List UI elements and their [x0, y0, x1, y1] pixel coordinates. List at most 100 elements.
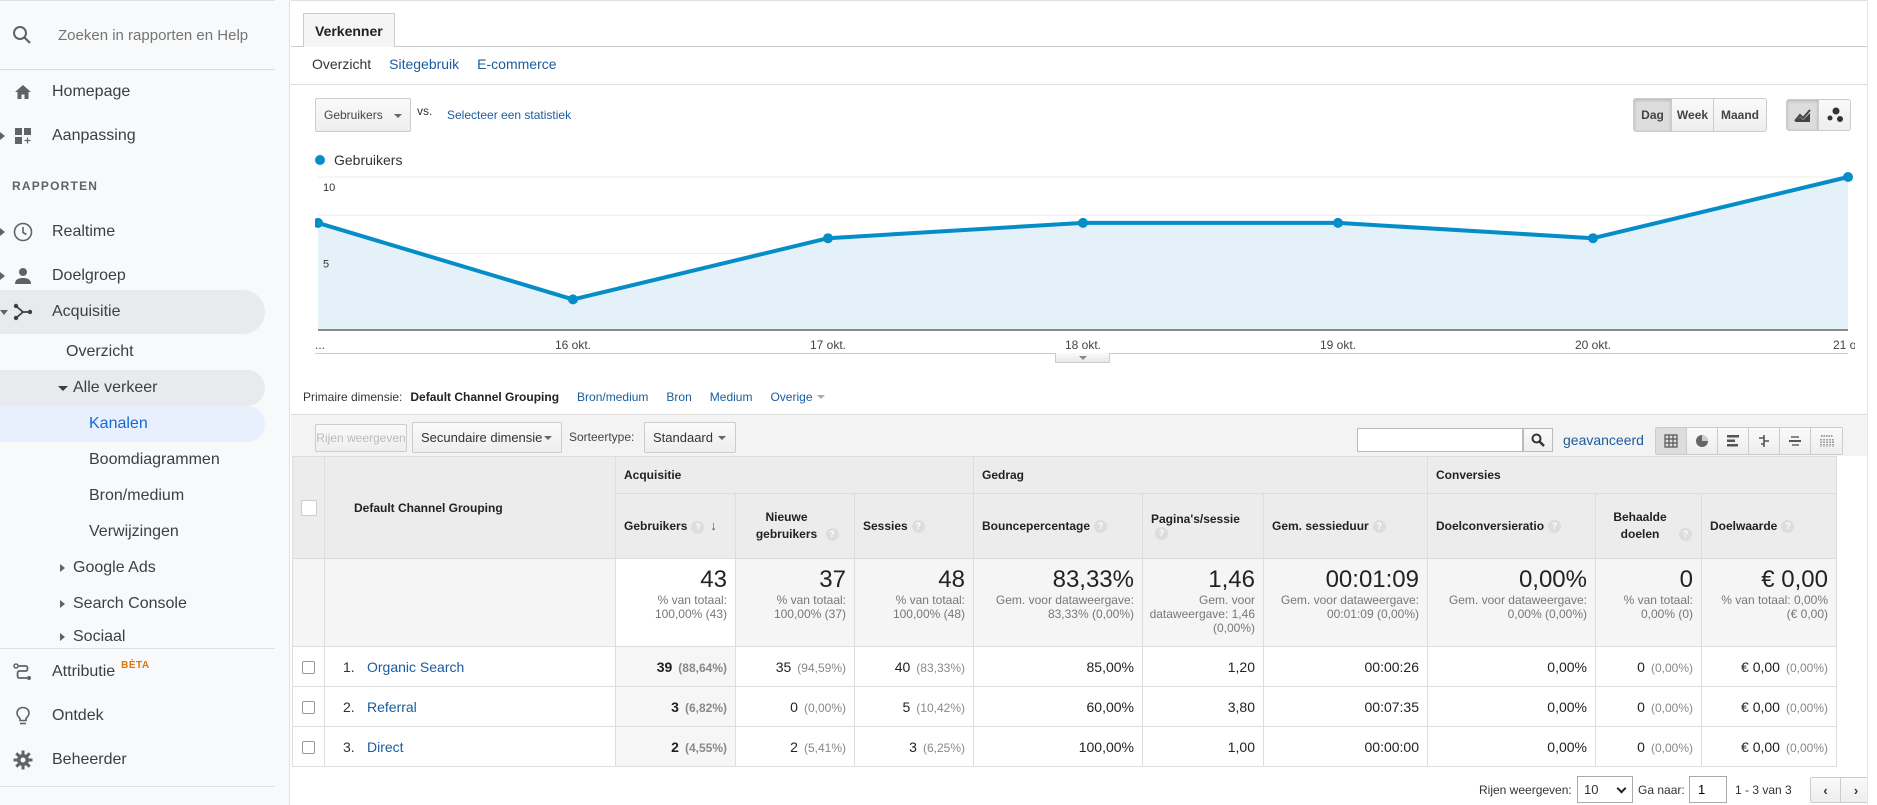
pie-view-button[interactable] [1687, 428, 1718, 454]
total-subtext: Gem. voor dataweergave: 00:01:09 (0,00%) [1280, 593, 1419, 621]
row-metric-cell: 85,00% [973, 646, 1143, 687]
chart-data-point[interactable] [1588, 233, 1598, 244]
rows-per-page-select[interactable]: 10 [1577, 776, 1633, 803]
sidebar-item-label: Attributie [52, 663, 116, 680]
advanced-filter-link[interactable]: geavanceerd [1563, 432, 1644, 448]
sidebar-item-kanalen[interactable]: Kanalen [0, 406, 265, 442]
help-icon[interactable]: ? [691, 520, 705, 534]
reports-section-label: RAPPORTEN [12, 179, 99, 193]
sort-descending-icon[interactable]: ↓ [710, 518, 717, 533]
subtab-overzicht[interactable]: Overzicht [312, 56, 371, 72]
sidebar-item-attributie[interactable]: Attributie BÈTA [0, 650, 265, 694]
help-icon[interactable]: ? [1094, 520, 1108, 534]
chart-data-point[interactable] [823, 233, 833, 244]
secondary-dimension-select[interactable]: Secundaire dimensie [412, 422, 562, 453]
help-icon[interactable]: ? [1155, 527, 1168, 541]
sidebar-item-boomdiagrammen[interactable]: Boomdiagrammen [0, 442, 265, 478]
channel-link[interactable]: Direct [367, 739, 404, 755]
sidebar-item-label: Acquisitie [52, 303, 121, 320]
prev-page-button[interactable]: ‹ [1811, 778, 1841, 802]
sidebar-item-homepage[interactable]: Homepage [0, 70, 265, 114]
column-header[interactable]: Gem. sessieduur? [1263, 493, 1428, 559]
column-header[interactable]: Gebruikers? ↓ [615, 493, 736, 559]
total-value: 1,46 [1208, 566, 1255, 593]
column-header[interactable]: Doelwaarde? [1701, 493, 1837, 559]
subtab-sitegebruik[interactable]: Sitegebruik [389, 56, 459, 72]
tab-verkenner[interactable]: Verkenner [303, 13, 395, 47]
row-checkbox[interactable] [302, 661, 315, 675]
term-cloud-view-button[interactable] [1780, 428, 1811, 454]
table-view-button[interactable] [1656, 428, 1687, 454]
show-rows-button[interactable]: Rijen weergeven [315, 424, 407, 452]
subtab-ecommerce[interactable]: E-commerce [477, 56, 556, 72]
sidebar-item-bron-medium[interactable]: Bron/medium [0, 478, 265, 514]
performance-view-button[interactable] [1718, 428, 1749, 454]
sidebar-item-aanpassing[interactable]: Aanpassing [0, 114, 265, 158]
help-icon[interactable]: ? [1548, 520, 1562, 534]
dropdown-arrow-icon [816, 395, 825, 399]
row-metric-cell: 0,00% [1427, 646, 1596, 687]
dimension-option-medium[interactable]: Medium [710, 390, 753, 404]
row-checkbox[interactable] [302, 701, 315, 715]
chart-data-point[interactable] [1843, 172, 1853, 182]
cell-value: 39 [656, 658, 673, 675]
search-input[interactable] [58, 26, 248, 44]
select-all-checkbox[interactable] [300, 499, 317, 516]
sidebar-item-google-ads[interactable]: Google Ads [0, 550, 265, 586]
chart-data-point[interactable] [568, 294, 578, 305]
row-checkbox[interactable] [302, 741, 315, 755]
metric-select[interactable]: Gebruikers [315, 98, 411, 132]
dimension-header[interactable]: Default Channel Grouping [324, 456, 616, 559]
cell-value: 60,00% [1086, 698, 1134, 715]
dimension-option-overige[interactable]: Overige [770, 390, 825, 404]
goto-page-input[interactable] [1689, 776, 1727, 803]
table-search-button[interactable] [1523, 428, 1553, 452]
column-header[interactable]: Bouncepercentage? [973, 493, 1143, 559]
row-metric-cell: 3 (6,25%) [854, 726, 974, 767]
column-header[interactable]: Nieuwe gebruikers? [735, 493, 855, 559]
help-icon[interactable]: ? [825, 528, 839, 542]
help-icon[interactable]: ? [911, 520, 925, 534]
pivot-view-icon [1819, 435, 1834, 447]
sidebar-item-ontdek[interactable]: Ontdek [0, 694, 265, 738]
sidebar-item-alle-verkeer[interactable]: Alle verkeer [0, 370, 265, 406]
period-dag-button[interactable]: Dag [1634, 99, 1672, 131]
chart-data-point[interactable] [1078, 217, 1088, 228]
channel-link[interactable]: Organic Search [367, 659, 464, 675]
sidebar-item-realtime[interactable]: Realtime [0, 210, 265, 254]
column-header[interactable]: Sessies? [854, 493, 974, 559]
top-divider [291, 0, 1877, 1]
comparison-view-button[interactable] [1749, 428, 1780, 454]
help-icon[interactable]: ? [1372, 520, 1386, 534]
help-icon[interactable]: ? [1781, 520, 1795, 534]
help-icon[interactable]: ? [1679, 528, 1692, 542]
sort-type-select[interactable]: Standaard [644, 422, 736, 453]
total-value: 00:01:09 [1325, 566, 1419, 593]
column-header[interactable]: Behaalde doelen? [1595, 493, 1702, 559]
sidebar-item-sociaal[interactable]: Sociaal [0, 622, 265, 648]
select-statistic-link[interactable]: Selecteer een statistiek [447, 108, 571, 122]
dimension-option-bron-medium[interactable]: Bron/medium [577, 390, 648, 404]
sidebar-item-overzicht[interactable]: Overzicht [0, 334, 265, 370]
clock-icon [12, 221, 34, 243]
performance-view-icon [1727, 435, 1739, 447]
pivot-view-button[interactable] [1811, 428, 1842, 454]
dimension-option-bron[interactable]: Bron [666, 390, 691, 404]
period-week-button[interactable]: Week [1672, 99, 1714, 131]
period-maand-button[interactable]: Maand [1714, 99, 1766, 131]
sidebar-item-beheerder[interactable]: Beheerder [0, 738, 265, 782]
sidebar-item-search-console[interactable]: Search Console [0, 586, 265, 622]
chart-data-point[interactable] [1333, 217, 1343, 228]
column-header[interactable]: Pagina's/sessie? [1142, 493, 1264, 559]
line-chart-button[interactable] [1787, 100, 1819, 130]
cell-percentage: (0,00%) [1785, 700, 1828, 715]
sidebar-item-verwijzingen[interactable]: Verwijzingen [0, 514, 265, 550]
cell-percentage: (0,00%) [1650, 700, 1693, 715]
motion-chart-button[interactable] [1819, 100, 1850, 130]
table-search-input[interactable] [1357, 428, 1523, 452]
chart-collapse-handle[interactable] [1055, 353, 1110, 363]
row-metric-cell: 5 (10,42%) [854, 686, 974, 727]
sidebar-item-acquisitie[interactable]: Acquisitie [0, 290, 265, 334]
channel-link[interactable]: Referral [367, 699, 417, 715]
column-header[interactable]: Doelconversieratio? [1427, 493, 1596, 559]
